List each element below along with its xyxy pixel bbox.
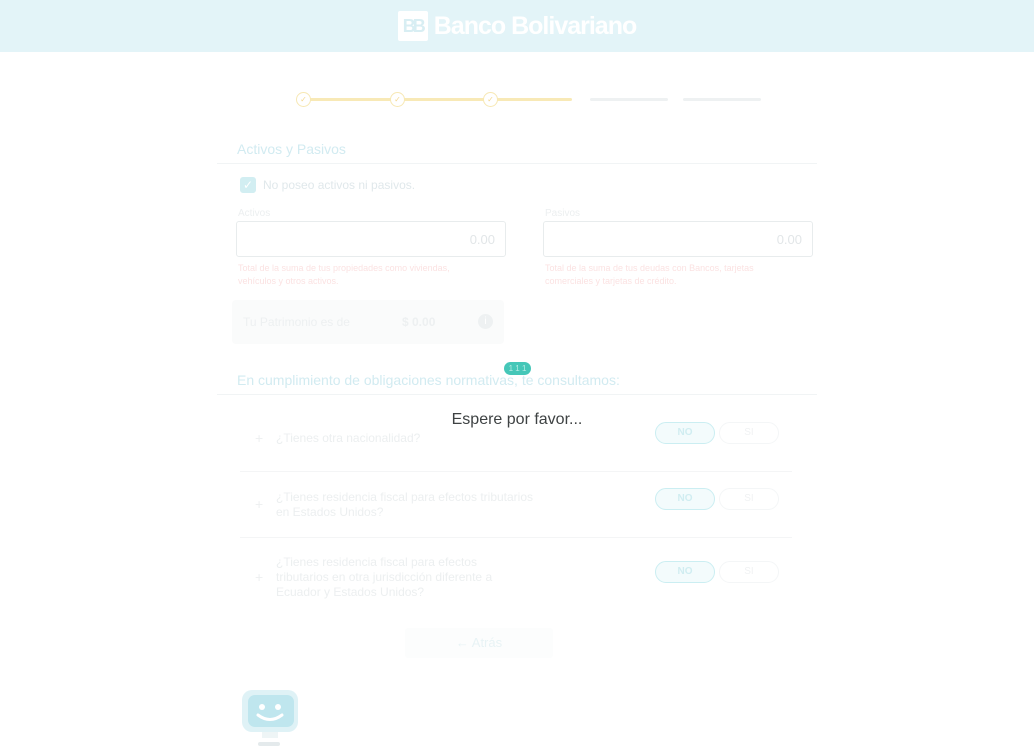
header: BB Banco Bolivariano bbox=[0, 0, 1034, 52]
assets-divider bbox=[217, 163, 817, 164]
expand-plus-icon[interactable]: + bbox=[255, 496, 263, 512]
info-icon[interactable]: i bbox=[478, 314, 493, 329]
patrimonio-box: Tu Patrimonio es de $ 0.00 i bbox=[232, 300, 504, 344]
chatbot-icon[interactable] bbox=[240, 688, 302, 755]
back-button[interactable]: ← Atrás bbox=[405, 628, 553, 658]
step-1-check-icon: ✓ bbox=[296, 92, 311, 107]
answer-si-button[interactable]: SI bbox=[719, 561, 779, 583]
pasivos-input[interactable]: 0.00 bbox=[543, 221, 813, 257]
patrimonio-label: Tu Patrimonio es de bbox=[243, 315, 350, 329]
assets-section-title: Activos y Pasivos bbox=[237, 141, 346, 157]
activos-label: Activos bbox=[238, 208, 271, 219]
step-line-1 bbox=[303, 98, 393, 101]
activos-value: 0.00 bbox=[469, 232, 495, 247]
step-line-2 bbox=[396, 98, 486, 101]
no-assets-label: No poseo activos ni pasivos. bbox=[263, 178, 416, 192]
answer-si-button[interactable]: SI bbox=[719, 488, 779, 510]
step-2-check-icon: ✓ bbox=[390, 92, 405, 107]
questions-divider bbox=[217, 394, 817, 395]
activos-input[interactable]: 0.00 bbox=[236, 221, 506, 257]
answer-no-button[interactable]: NO bbox=[655, 488, 715, 510]
question-row: + ¿Tienes residencia fiscal para efectos… bbox=[240, 539, 792, 605]
step-line-4 bbox=[590, 98, 668, 101]
questions-section-title: En cumplimiento de obligaciones normativ… bbox=[237, 372, 620, 388]
pasivos-value: 0.00 bbox=[776, 232, 802, 247]
step-3-check-icon: ✓ bbox=[483, 92, 498, 107]
brand-name: Banco Bolivariano bbox=[433, 11, 637, 40]
expand-plus-icon[interactable]: + bbox=[255, 569, 263, 585]
pasivos-help: Total de la suma de tus deudas con Banco… bbox=[545, 263, 754, 286]
loading-message: Espere por favor... bbox=[451, 411, 583, 428]
question-text: ¿Tienes residencia fiscal para efectos t… bbox=[276, 555, 493, 599]
no-assets-checkbox[interactable]: ✓ bbox=[240, 177, 256, 193]
question-text: ¿Tienes residencia fiscal para efectos t… bbox=[276, 490, 534, 519]
progress-stepper: ✓ ✓ ✓ bbox=[296, 92, 786, 107]
step-line-5 bbox=[683, 98, 761, 101]
brand-logo[interactable]: BB Banco Bolivariano bbox=[397, 11, 637, 41]
answer-no-button[interactable]: NO bbox=[655, 561, 715, 583]
logo-mark-icon: BB bbox=[397, 11, 428, 41]
patrimonio-value: $ 0.00 bbox=[402, 315, 436, 329]
pasivos-label: Pasivos bbox=[545, 208, 581, 219]
step-line-3 bbox=[490, 98, 572, 101]
activos-help: Total de la suma de tus propiedades como… bbox=[238, 263, 450, 286]
expand-plus-icon[interactable]: + bbox=[255, 430, 263, 446]
question-row: + ¿Tienes residencia fiscal para efectos… bbox=[240, 473, 792, 538]
loading-spinner: 1 1 1 bbox=[504, 362, 531, 375]
question-text: ¿Tienes otra nacionalidad? bbox=[276, 431, 421, 445]
